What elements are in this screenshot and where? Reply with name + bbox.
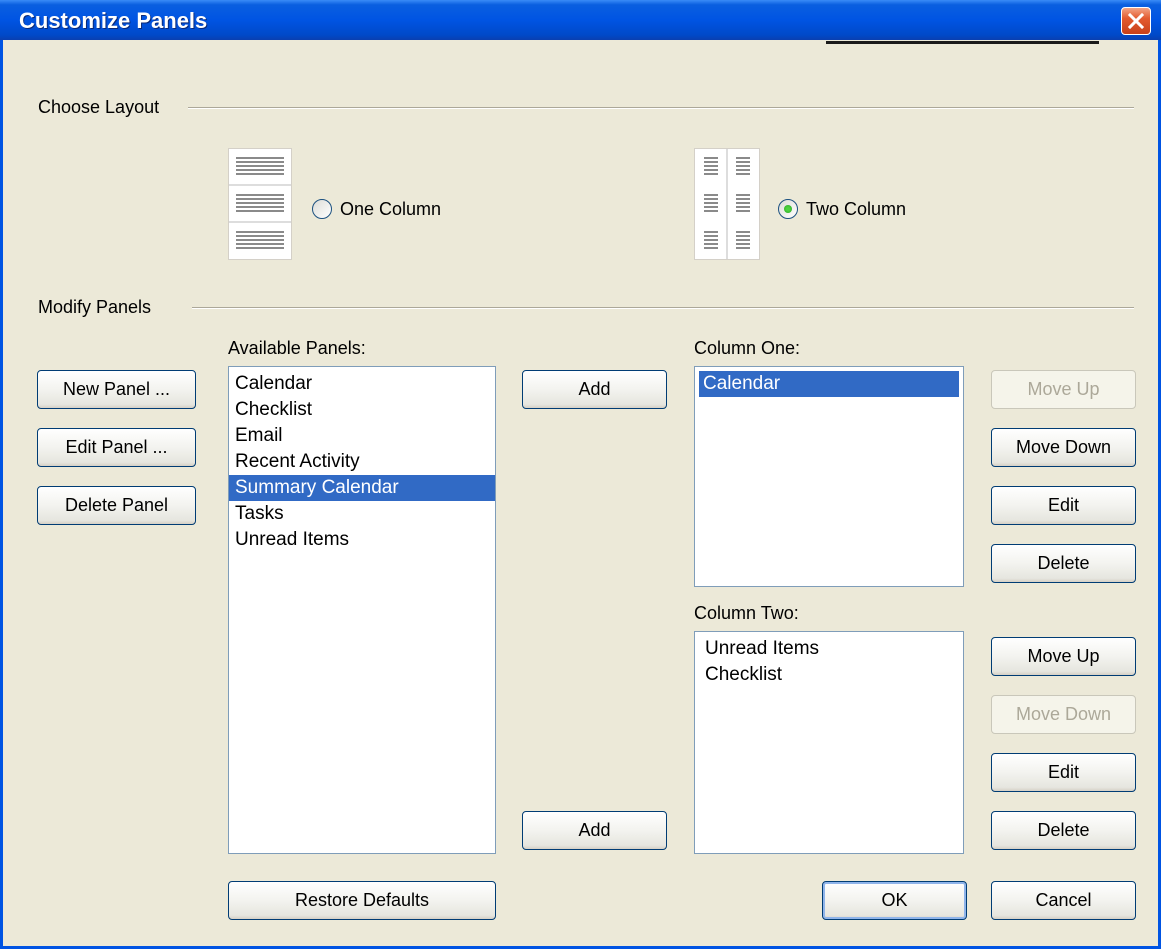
column-two-delete-button[interactable]: Delete [991, 811, 1136, 850]
edit-panel-button[interactable]: Edit Panel ... [37, 428, 196, 467]
column-one-label: Column One: [694, 338, 801, 358]
column-one-edit-button[interactable]: Edit [991, 486, 1136, 525]
modify-panels-label: Modify Panels [38, 297, 152, 317]
column-one-move-down-button[interactable]: Move Down [991, 428, 1136, 467]
two-column-radio[interactable] [778, 199, 798, 219]
list-item[interactable]: Tasks [229, 501, 495, 527]
available-panels-label: Available Panels: [228, 338, 366, 358]
list-item-selected[interactable]: Summary Calendar [229, 475, 495, 501]
list-item[interactable]: Unread Items [229, 527, 495, 553]
choose-layout-divider [188, 107, 1134, 109]
column-two-move-down-button[interactable]: Move Down [991, 695, 1136, 734]
choose-layout-label: Choose Layout [38, 97, 160, 117]
title-bar[interactable]: Customize Panels [0, 0, 1161, 40]
add-to-column-two-button[interactable]: Add [522, 811, 667, 850]
restore-defaults-button[interactable]: Restore Defaults [228, 881, 496, 920]
close-button[interactable] [1121, 7, 1151, 35]
column-one-delete-button[interactable]: Delete [991, 544, 1136, 583]
divider-bar [826, 41, 1099, 44]
one-column-layout-icon [228, 148, 292, 260]
list-item[interactable]: Calendar [229, 371, 495, 397]
column-two-edit-button[interactable]: Edit [991, 753, 1136, 792]
ok-button[interactable]: OK [822, 881, 967, 920]
cancel-button[interactable]: Cancel [991, 881, 1136, 920]
column-two-label: Column Two: [694, 603, 799, 623]
one-column-radio[interactable] [312, 199, 332, 219]
window-title: Customize Panels [19, 8, 208, 33]
two-column-label[interactable]: Two Column [806, 199, 906, 220]
list-item[interactable]: Recent Activity [229, 449, 495, 475]
modify-panels-divider [192, 307, 1134, 309]
list-item-selected[interactable]: Calendar [699, 371, 959, 397]
list-item[interactable]: Checklist [229, 397, 495, 423]
radio-selected-dot [784, 205, 792, 213]
delete-panel-button[interactable]: Delete Panel [37, 486, 196, 525]
new-panel-button[interactable]: New Panel ... [37, 370, 196, 409]
column-one-list[interactable]: Calendar [694, 366, 964, 587]
available-panels-list[interactable]: Calendar Checklist Email Recent Activity… [228, 366, 496, 854]
close-icon [1127, 12, 1145, 30]
column-two-list[interactable]: Unread Items Checklist [694, 631, 964, 854]
column-two-move-up-button[interactable]: Move Up [991, 637, 1136, 676]
add-to-column-one-button[interactable]: Add [522, 370, 667, 409]
list-item[interactable]: Checklist [699, 662, 959, 688]
list-item[interactable]: Unread Items [699, 636, 959, 662]
list-item[interactable]: Email [229, 423, 495, 449]
two-column-layout-icon [694, 148, 760, 260]
column-one-move-up-button[interactable]: Move Up [991, 370, 1136, 409]
one-column-label[interactable]: One Column [340, 199, 441, 220]
